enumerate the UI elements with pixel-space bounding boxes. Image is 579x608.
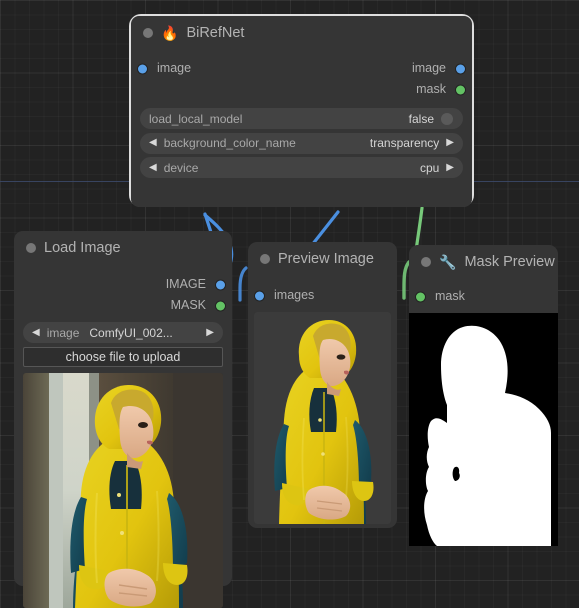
chevron-right-icon[interactable]: ▶ <box>446 138 454 148</box>
node-mask-preview-title: Mask Preview <box>464 254 555 270</box>
node-birefnet-titlebar[interactable]: 🔥 BiRefNet <box>131 16 472 50</box>
slot-row-mask: mask <box>131 79 472 100</box>
node-load-image-title: Load Image <box>44 240 121 256</box>
node-preview-image-title: Preview Image <box>278 251 374 267</box>
fire-icon: 🔥 <box>161 25 179 41</box>
output-label-MASK: MASK <box>170 298 206 313</box>
output-slot-dot-IMAGE[interactable] <box>216 280 225 289</box>
node-mask-preview-body: mask <box>409 286 558 546</box>
node-load-image-titlebar[interactable]: Load Image <box>14 231 232 265</box>
widget-image-select[interactable]: ◀ image ComfyUI_002... ▶ <box>23 322 223 343</box>
widget-load-local-model[interactable]: load_local_model false <box>140 108 463 129</box>
node-birefnet-body: image image mask load_local_model false … <box>131 50 472 207</box>
output-label-image: image <box>411 61 446 76</box>
collapse-dot-icon[interactable] <box>26 243 36 253</box>
widget-background-color-name[interactable]: ◀ background_color_name transparency ▶ <box>140 132 463 154</box>
chevron-left-icon[interactable]: ◀ <box>32 327 40 338</box>
widget-value-load-local-model: false <box>408 111 434 126</box>
widget-value-image-filename: ComfyUI_002... <box>89 325 173 340</box>
output-label-IMAGE: IMAGE <box>165 277 206 292</box>
chevron-left-icon[interactable]: ◀ <box>149 162 157 173</box>
node-preview-image-titlebar[interactable]: Preview Image <box>248 242 397 276</box>
wrench-icon: 🔧 <box>439 254 457 270</box>
chevron-right-icon[interactable]: ▶ <box>206 327 214 338</box>
input-slot-dot-image[interactable] <box>138 64 147 73</box>
widget-label-background-color-name: background_color_name <box>163 136 296 150</box>
widget-label-load-local-model: load_local_model <box>149 111 243 126</box>
collapse-dot-icon[interactable] <box>421 257 431 267</box>
output-slot-dot-image[interactable] <box>456 64 465 73</box>
input-slot-dot-mask[interactable] <box>416 292 425 301</box>
preview-image-output <box>254 312 391 524</box>
mask-preview-output <box>409 313 558 546</box>
slot-row-MASK: MASK <box>14 295 232 316</box>
input-slot-dot-images[interactable] <box>255 291 264 300</box>
input-label-images: images <box>274 288 315 303</box>
input-label-image: image <box>157 61 192 76</box>
collapse-dot-icon[interactable] <box>143 28 153 38</box>
node-mask-preview[interactable]: 🔧 Mask Preview mask <box>409 245 558 546</box>
node-birefnet-title: BiRefNet <box>186 25 245 41</box>
node-load-image[interactable]: Load Image IMAGE MASK ◀ image ComfyUI_00… <box>14 231 232 608</box>
chevron-left-icon[interactable]: ◀ <box>149 138 157 148</box>
widget-label-device: device <box>163 160 199 175</box>
preview-image-photo <box>254 312 391 524</box>
choose-file-to-upload-button[interactable]: choose file to upload <box>23 347 223 367</box>
collapse-dot-icon[interactable] <box>260 254 270 264</box>
output-label-mask: mask <box>416 82 446 97</box>
widget-value-background-color-name: transparency <box>369 136 440 150</box>
widget-label-image: image <box>46 325 80 340</box>
mask-preview-silhouette <box>409 313 558 546</box>
widget-device[interactable]: ◀ device cpu ▶ <box>140 157 463 178</box>
chevron-right-icon[interactable]: ▶ <box>446 162 454 173</box>
load-image-preview <box>23 373 223 608</box>
slot-row-images: images <box>248 285 397 306</box>
output-slot-dot-MASK[interactable] <box>216 301 225 310</box>
node-load-image-body: IMAGE MASK ◀ image ComfyUI_002... ▶ choo… <box>14 265 232 608</box>
node-preview-image-body: images <box>248 276 397 528</box>
output-slot-dot-mask[interactable] <box>456 85 465 94</box>
input-label-mask: mask <box>435 289 465 304</box>
slot-row-IMAGE: IMAGE <box>14 274 232 295</box>
slot-row-image: image image <box>131 58 472 79</box>
graph-canvas[interactable]: 🔥 BiRefNet image image mask load_local_m… <box>0 0 579 608</box>
node-birefnet[interactable]: 🔥 BiRefNet image image mask load_local_m… <box>129 14 474 207</box>
load-image-preview-photo <box>23 373 223 608</box>
slot-row-mask-in: mask <box>409 286 558 307</box>
node-mask-preview-titlebar[interactable]: 🔧 Mask Preview <box>409 245 558 279</box>
node-preview-image[interactable]: Preview Image images <box>248 242 397 528</box>
widget-value-device: cpu <box>419 160 440 175</box>
toggle-knob-icon[interactable] <box>440 111 454 126</box>
